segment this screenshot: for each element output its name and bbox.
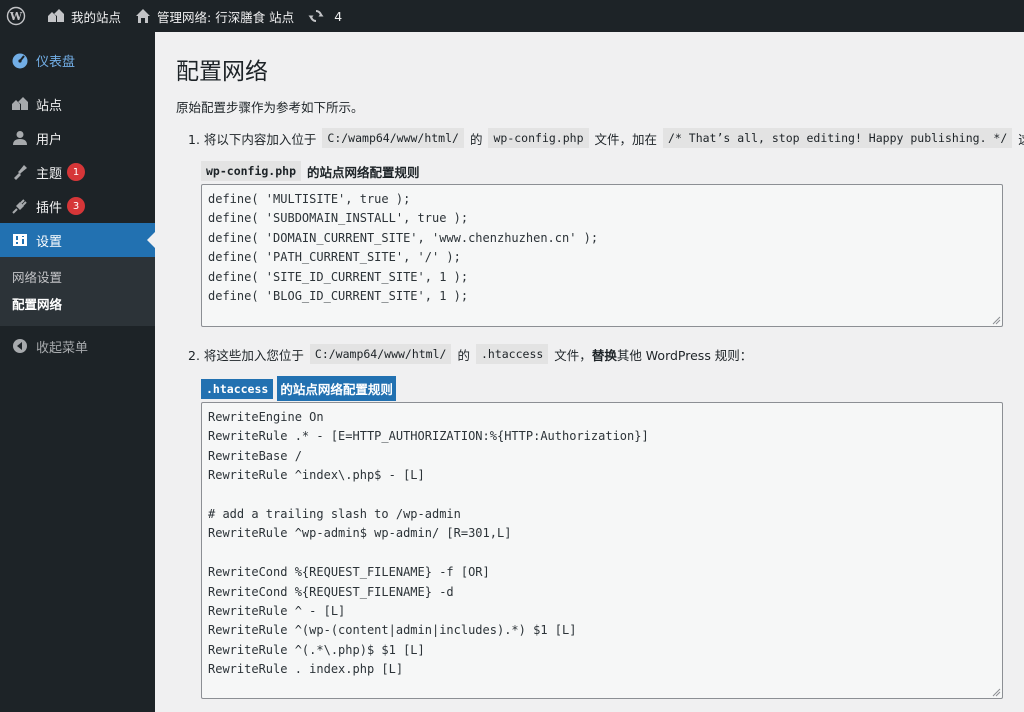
admin-sidebar: 仪表盘 站点 用户 主题 1 插件 3 设置 网络设置 配置网络 收起菜单 xyxy=(0,32,155,712)
updates-count: 4 xyxy=(334,8,343,24)
code-line: RewriteBase / xyxy=(208,448,302,463)
wpconfig-rules-label: wp-config.php 的站点网络配置规则 xyxy=(201,161,420,181)
menu-label-dashboard: 仪表盘 xyxy=(36,54,76,70)
step-2-suffix: 其他 WordPress 规则： xyxy=(616,347,753,363)
collapse-arrow-icon xyxy=(10,336,30,356)
step-2-prefix: 2. 将这些加入您位于 xyxy=(188,347,304,363)
updates-icon xyxy=(308,10,324,22)
code-line: RewriteRule ^wp-admin$ wp-admin/ [R=301,… xyxy=(208,526,512,541)
themes-icon xyxy=(10,162,30,182)
menu-label-sites: 站点 xyxy=(36,98,63,114)
code-line: define( 'BLOG_ID_CURRENT_SITE', 1 ); xyxy=(208,288,469,303)
menu-label-settings: 设置 xyxy=(36,234,63,250)
code-line: RewriteRule ^(.*\.php)$ $1 [L] xyxy=(208,642,425,657)
my-sites-icon xyxy=(48,9,64,22)
wpconfig-code-textarea[interactable]: define( 'MULTISITE', true ); define( 'SU… xyxy=(201,184,1003,327)
step-1-prefix: 1. 将以下内容加入位于 xyxy=(188,131,317,147)
code-line: RewriteCond %{REQUEST_FILENAME} -f [OR] xyxy=(208,565,490,580)
submenu-network-setup[interactable]: 配置网络 xyxy=(0,291,155,318)
menu-label-themes: 主题 xyxy=(36,166,63,182)
step-1-path: C:/wamp64/www/html/ xyxy=(322,128,464,148)
step-2-bold: 替换 xyxy=(591,347,617,363)
sites-icon xyxy=(10,94,30,114)
code-line: RewriteRule ^ - [L] xyxy=(208,603,346,618)
updates-menu[interactable]: 4 xyxy=(301,0,349,32)
users-icon xyxy=(10,128,30,148)
htaccess-label-code: .htaccess xyxy=(201,378,274,399)
plugins-update-badge: 3 xyxy=(67,197,86,215)
htaccess-label-text: 的站点网络配置规则 xyxy=(277,376,396,401)
menu-item-sites[interactable]: 站点 xyxy=(0,87,155,121)
network-admin-label: 管理网络: 行深膳食 站点 xyxy=(157,9,295,25)
step-2-instruction: 2. 将这些加入您位于 C:/wamp64/www/html/ 的 .htacc… xyxy=(188,344,752,364)
code-line: RewriteRule ^index\.php$ - [L] xyxy=(208,468,425,483)
menu-item-users[interactable]: 用户 xyxy=(0,121,155,155)
plugins-icon xyxy=(10,196,30,216)
wp-logo-menu[interactable]: W xyxy=(0,0,40,32)
menu-item-themes[interactable]: 主题 1 xyxy=(0,155,155,189)
code-line: RewriteRule . index.php [L] xyxy=(208,662,404,677)
code-line: define( 'SITE_ID_CURRENT_SITE', 1 ); xyxy=(208,269,469,284)
settings-submenu: 网络设置 配置网络 xyxy=(0,257,155,326)
code-line: define( 'SUBDOMAIN_INSTALL', true ); xyxy=(208,211,469,226)
step-2-path: C:/wamp64/www/html/ xyxy=(309,344,452,364)
themes-update-badge: 1 xyxy=(67,163,86,181)
wpconfig-label-text: 的站点网络配置规则 xyxy=(307,164,420,180)
code-line: define( 'DOMAIN_CURRENT_SITE', 'www.chen… xyxy=(208,230,599,245)
menu-label-plugins: 插件 xyxy=(36,200,63,216)
htaccess-rules-label: .htaccess 的站点网络配置规则 xyxy=(201,376,396,401)
step-1-file: wp-config.php xyxy=(488,128,589,148)
main-content: 配置网络 原始配置步骤作为参考如下所示。 1. 将以下内容加入位于 C:/wam… xyxy=(155,32,1024,712)
resize-handle-icon[interactable] xyxy=(992,316,1001,325)
dashboard-icon xyxy=(10,50,30,70)
step-1-of: 的 xyxy=(469,131,483,147)
htaccess-code-textarea[interactable]: RewriteEngine On RewriteRule .* - [E=HTT… xyxy=(201,402,1003,699)
menu-item-dashboard[interactable]: 仪表盘 xyxy=(0,43,155,77)
menu-separator xyxy=(0,77,155,87)
code-line: define( 'PATH_CURRENT_SITE', '/' ); xyxy=(208,250,461,265)
menu-label-users: 用户 xyxy=(36,132,63,148)
code-line: # add a trailing slash to /wp-admin xyxy=(208,506,461,521)
step-1-mid: 文件，加在 xyxy=(594,131,658,147)
code-line: RewriteEngine On xyxy=(208,410,324,424)
my-sites-menu[interactable]: 我的站点 xyxy=(40,0,128,32)
code-line: RewriteRule ^(wp-(content|admin|includes… xyxy=(208,623,577,638)
wpconfig-label-code: wp-config.php xyxy=(201,161,302,181)
step-2-of: 的 xyxy=(457,347,470,363)
step-1-instruction: 1. 将以下内容加入位于 C:/wamp64/www/html/ 的 wp-co… xyxy=(188,128,1024,148)
home-icon xyxy=(136,9,151,23)
code-line: RewriteRule .* - [E=HTTP_AUTHORIZATION:%… xyxy=(208,429,649,444)
collapse-menu-button[interactable]: 收起菜单 xyxy=(0,329,155,363)
step-2-file: .htaccess xyxy=(475,344,549,364)
resize-handle-icon[interactable] xyxy=(992,688,1001,697)
svg-text:W: W xyxy=(9,10,23,23)
code-line: RewriteCond %{REQUEST_FILENAME} -d xyxy=(208,584,454,599)
network-admin-menu[interactable]: 管理网络: 行深膳食 站点 xyxy=(128,0,301,32)
step-2-mid: 文件， xyxy=(554,347,592,363)
submenu-network-settings[interactable]: 网络设置 xyxy=(0,264,155,291)
admin-bar: W 我的站点 管理网络: 行深膳食 站点 4 xyxy=(0,0,1024,32)
intro-text: 原始配置步骤作为参考如下所示。 xyxy=(176,100,364,115)
menu-item-plugins[interactable]: 插件 3 xyxy=(0,189,155,223)
code-line: define( 'MULTISITE', true ); xyxy=(208,192,411,206)
collapse-menu-label: 收起菜单 xyxy=(36,340,89,356)
menu-item-settings[interactable]: 设置 xyxy=(0,223,155,257)
my-sites-label: 我的站点 xyxy=(71,9,122,25)
page-title: 配置网络 xyxy=(176,59,268,85)
step-1-marker: /* That’s all, stop editing! Happy publi… xyxy=(663,128,1013,148)
wordpress-logo-icon: W xyxy=(6,6,26,26)
settings-icon xyxy=(10,230,30,250)
step-1-suffix: 这行 xyxy=(1018,129,1024,148)
